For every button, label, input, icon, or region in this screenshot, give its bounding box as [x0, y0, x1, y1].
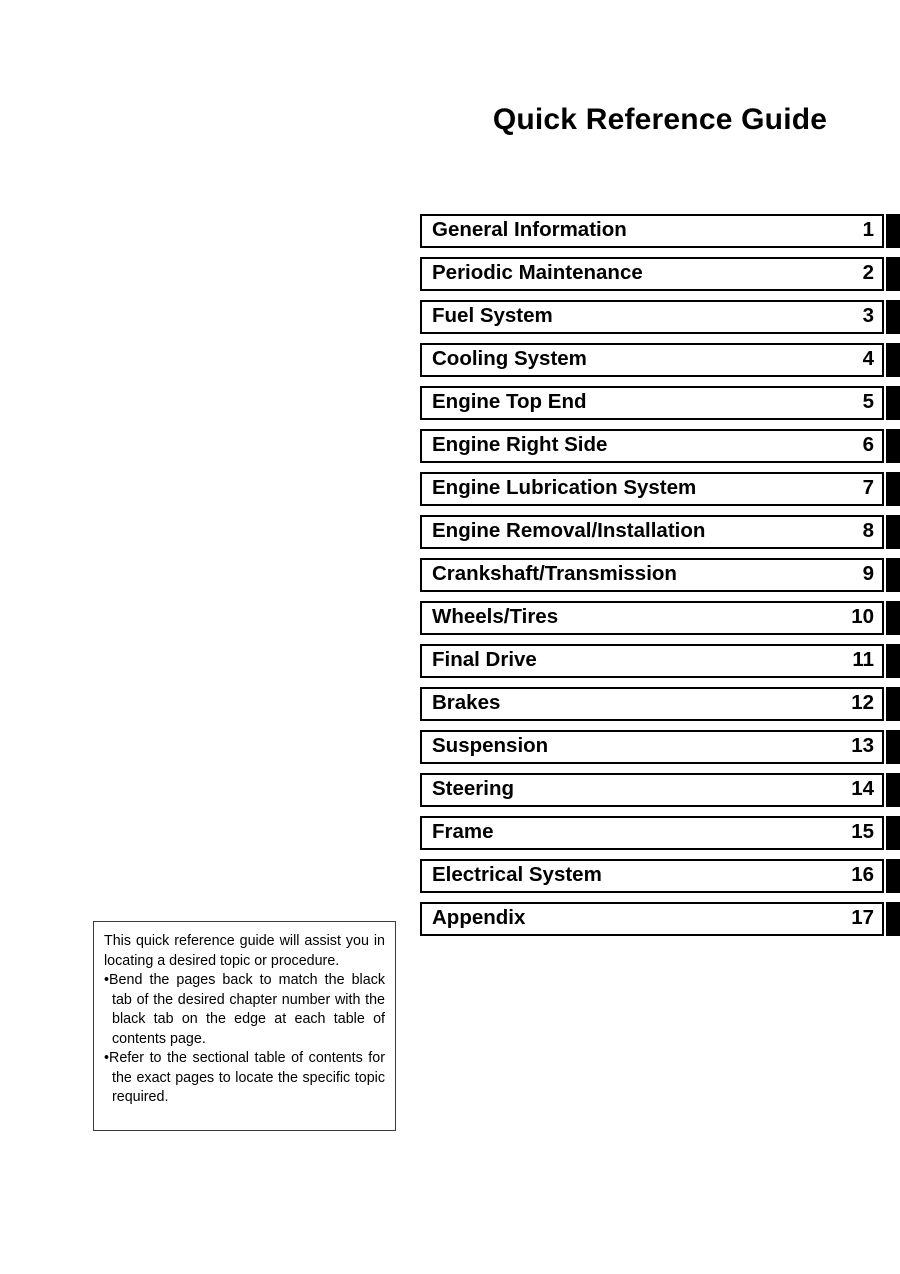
- chapter-label: Electrical System: [432, 863, 602, 887]
- chapter-black-tab: [886, 472, 900, 506]
- chapter-row[interactable]: Steering 14: [420, 773, 900, 807]
- chapter-box[interactable]: Crankshaft/Transmission 9: [420, 558, 884, 592]
- chapter-number: 12: [851, 691, 874, 715]
- chapter-black-tab: [886, 644, 900, 678]
- chapter-row[interactable]: Frame 15: [420, 816, 900, 850]
- chapter-box[interactable]: Electrical System 16: [420, 859, 884, 893]
- chapter-number: 2: [862, 261, 874, 285]
- chapter-number: 17: [851, 906, 874, 930]
- chapter-row[interactable]: Engine Right Side 6: [420, 429, 900, 463]
- chapter-number: 14: [851, 777, 874, 801]
- chapter-list: General Information 1 Periodic Maintenance…: [420, 214, 900, 945]
- note-bullet-text: Refer to the sectional table of contents…: [109, 1050, 385, 1105]
- chapter-label: Suspension: [432, 734, 549, 758]
- chapter-number: 4: [862, 347, 874, 371]
- chapter-row[interactable]: Final Drive 11: [420, 644, 900, 678]
- note-bullet-item: •Bend the pages back to match the black …: [104, 971, 385, 1049]
- chapter-box[interactable]: Cooling System 4: [420, 343, 884, 377]
- chapter-black-tab: [886, 257, 900, 291]
- chapter-label: Final Drive: [432, 648, 537, 672]
- chapter-black-tab: [886, 429, 900, 463]
- chapter-label: Frame: [432, 820, 494, 844]
- chapter-black-tab: [886, 687, 900, 721]
- chapter-number: 1: [862, 218, 874, 242]
- chapter-number: 9: [862, 562, 874, 586]
- chapter-number: 6: [862, 433, 874, 457]
- chapter-box[interactable]: Engine Top End 5: [420, 386, 884, 420]
- chapter-number: 8: [862, 519, 874, 543]
- chapter-row[interactable]: Wheels/Tires 10: [420, 601, 900, 635]
- chapter-row[interactable]: Electrical System 16: [420, 859, 900, 893]
- chapter-row[interactable]: Engine Top End 5: [420, 386, 900, 420]
- chapter-row[interactable]: Cooling System 4: [420, 343, 900, 377]
- chapter-row[interactable]: General Information 1: [420, 214, 900, 248]
- chapter-box[interactable]: Engine Removal/Installation 8: [420, 515, 884, 549]
- chapter-black-tab: [886, 300, 900, 334]
- chapter-box[interactable]: Final Drive 11: [420, 644, 884, 678]
- chapter-box[interactable]: Fuel System 3: [420, 300, 884, 334]
- chapter-label: Fuel System: [432, 304, 553, 328]
- chapter-label: Steering: [432, 777, 515, 801]
- chapter-row[interactable]: Brakes 12: [420, 687, 900, 721]
- chapter-row[interactable]: Engine Lubrication System 7: [420, 472, 900, 506]
- chapter-black-tab: [886, 214, 900, 248]
- chapter-black-tab: [886, 730, 900, 764]
- chapter-row[interactable]: Engine Removal/Installation 8: [420, 515, 900, 549]
- chapter-box[interactable]: Wheels/Tires 10: [420, 601, 884, 635]
- chapter-label: Cooling System: [432, 347, 587, 371]
- chapter-box[interactable]: General Information 1: [420, 214, 884, 248]
- page-title: Quick Reference Guide: [492, 103, 828, 136]
- note-bullet-item: •Refer to the sectional table of content…: [104, 1049, 385, 1108]
- chapter-box[interactable]: Engine Right Side 6: [420, 429, 884, 463]
- chapter-row[interactable]: Suspension 13: [420, 730, 900, 764]
- chapter-label: Wheels/Tires: [432, 605, 559, 629]
- chapter-label: Appendix: [432, 906, 526, 930]
- chapter-number: 3: [862, 304, 874, 328]
- chapter-box[interactable]: Engine Lubrication System 7: [420, 472, 884, 506]
- chapter-number: 10: [851, 605, 874, 629]
- chapter-number: 15: [851, 820, 874, 844]
- chapter-box[interactable]: Periodic Maintenance 2: [420, 257, 884, 291]
- chapter-black-tab: [886, 515, 900, 549]
- chapter-number: 7: [862, 476, 874, 500]
- chapter-row[interactable]: Crankshaft/Transmission 9: [420, 558, 900, 592]
- chapter-label: Periodic Maintenance: [432, 261, 643, 285]
- chapter-row[interactable]: Fuel System 3: [420, 300, 900, 334]
- chapter-black-tab: [886, 386, 900, 420]
- chapter-black-tab: [886, 816, 900, 850]
- chapter-label: Crankshaft/Transmission: [432, 562, 677, 586]
- chapter-label: Brakes: [432, 691, 501, 715]
- chapter-label: General Information: [432, 218, 627, 242]
- chapter-black-tab: [886, 558, 900, 592]
- note-bullet-text: Bend the pages back to match the black t…: [109, 972, 385, 1047]
- chapter-black-tab: [886, 859, 900, 893]
- chapter-black-tab: [886, 343, 900, 377]
- chapter-black-tab: [886, 773, 900, 807]
- note-box: This quick reference guide will assist y…: [93, 921, 396, 1131]
- chapter-box[interactable]: Suspension 13: [420, 730, 884, 764]
- note-intro-text: This quick reference guide will assist y…: [104, 933, 385, 969]
- chapter-label: Engine Removal/Installation: [432, 519, 706, 543]
- chapter-number: 16: [851, 863, 874, 887]
- chapter-number: 13: [851, 734, 874, 758]
- chapter-box[interactable]: Frame 15: [420, 816, 884, 850]
- chapter-box[interactable]: Steering 14: [420, 773, 884, 807]
- chapter-black-tab: [886, 902, 900, 936]
- chapter-label: Engine Top End: [432, 390, 587, 414]
- chapter-number: 5: [862, 390, 874, 414]
- chapter-row[interactable]: Periodic Maintenance 2: [420, 257, 900, 291]
- chapter-black-tab: [886, 601, 900, 635]
- chapter-label: Engine Right Side: [432, 433, 608, 457]
- chapter-row[interactable]: Appendix 17: [420, 902, 900, 936]
- chapter-label: Engine Lubrication System: [432, 476, 697, 500]
- chapter-box[interactable]: Appendix 17: [420, 902, 884, 936]
- chapter-box[interactable]: Brakes 12: [420, 687, 884, 721]
- chapter-number: 11: [852, 648, 874, 672]
